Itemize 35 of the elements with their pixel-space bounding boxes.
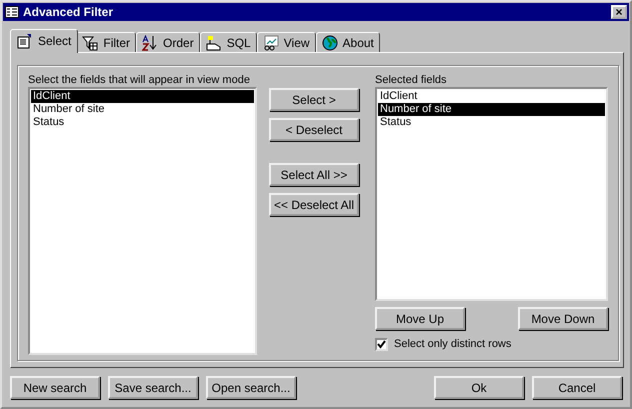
close-button[interactable]: × [611, 5, 627, 19]
list-item[interactable]: IdClient [31, 90, 254, 103]
field-list[interactable]: IdClient Number of site Status [28, 87, 257, 355]
sort-icon [142, 35, 158, 51]
list-item[interactable]: Status [31, 116, 254, 129]
move-button[interactable]: Select > [269, 88, 359, 111]
dialog-button[interactable]: Ok [434, 376, 524, 399]
tab[interactable]: View [256, 32, 316, 52]
list-item[interactable]: Number of site [378, 103, 605, 116]
list-item[interactable]: IdClient [378, 90, 605, 103]
list-item[interactable]: Status [378, 116, 605, 129]
footer-button[interactable]: Save search... [108, 376, 198, 399]
window-icon [5, 6, 19, 18]
tab[interactable]: Select [10, 29, 78, 53]
checkbox-label: Select only distinct rows [394, 338, 512, 351]
globe-icon [322, 35, 338, 51]
tab[interactable]: Filter [76, 32, 136, 52]
field-list[interactable]: IdClient Number of site Status [375, 87, 608, 301]
form-icon [17, 33, 33, 49]
move-button[interactable]: < Deselect [269, 118, 359, 141]
list-label: Selected fields [375, 74, 448, 87]
list-item[interactable]: Number of site [31, 103, 254, 116]
dialog-button[interactable]: Cancel [532, 376, 622, 399]
move-button[interactable]: << Deselect All [269, 193, 359, 216]
tab[interactable]: Order [136, 32, 200, 52]
order-button[interactable]: Move Up [375, 307, 465, 330]
list-label: Select the fields that will appear in view mode [28, 74, 251, 87]
window-title: Advanced Filter [23, 5, 114, 19]
tab[interactable]: About [316, 32, 380, 52]
tab[interactable]: SQL [200, 32, 257, 52]
move-button[interactable]: Select All >> [269, 163, 359, 186]
footer-button[interactable]: New search [10, 376, 100, 399]
order-button[interactable]: Move Down [518, 307, 608, 330]
checkbox[interactable] [375, 338, 388, 351]
footer-button[interactable]: Open search... [206, 376, 296, 399]
